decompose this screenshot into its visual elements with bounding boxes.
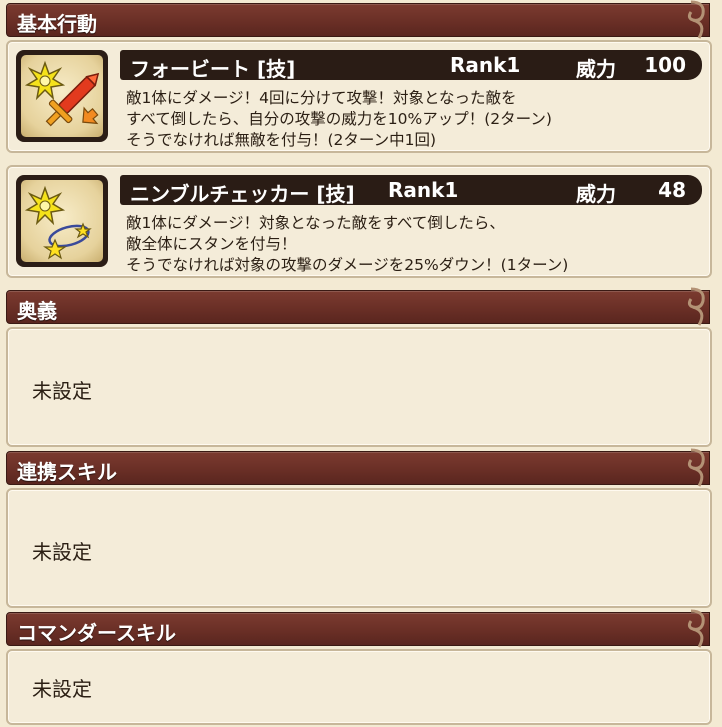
skill-icon-frame [16, 50, 108, 142]
section-title: 連携スキル [17, 460, 117, 484]
scroll-curl-icon [687, 0, 705, 39]
power-value: 100 [644, 53, 686, 77]
skill-icon-frame [16, 175, 108, 267]
skill-name: ニンブルチェッカー [技] [130, 182, 355, 206]
skill-title-bar: フォービート [技] Rank1 威力 100 [120, 50, 702, 81]
skill-card[interactable]: ニンブルチェッカー [技] Rank1 威力 48 敵1体にダメージ！対象となっ… [6, 165, 712, 278]
ougi-panel[interactable]: 未設定 [6, 327, 712, 447]
sword-burst-icon [21, 55, 103, 137]
skill-title-bar: ニンブルチェッカー [技] Rank1 威力 48 [120, 175, 702, 206]
skill-description-line: そうでなければ無敵を付与！(2ターン中1回) [126, 131, 437, 149]
section-title: 基本行動 [17, 12, 97, 36]
skill-rank: Rank1 [388, 178, 459, 202]
section-header-commander-skill: コマンダースキル [6, 609, 710, 648]
unset-label: 未設定 [32, 379, 92, 403]
skill-description-line: 敵全体にスタンを付与！ [126, 235, 297, 253]
stun-stars-icon [21, 180, 103, 262]
scroll-curl-icon [687, 287, 705, 326]
section-title: コマンダースキル [17, 621, 176, 645]
skill-card[interactable]: フォービート [技] Rank1 威力 100 敵1体にダメージ！4回に分けて攻… [6, 40, 712, 153]
power-value: 48 [658, 178, 686, 202]
skill-description-line: 敵1体にダメージ！対象となった敵をすべて倒したら、 [126, 214, 505, 232]
link-skill-panel[interactable]: 未設定 [6, 488, 712, 608]
unset-label: 未設定 [32, 540, 92, 564]
power-label: 威力 [576, 57, 616, 81]
skill-rank: Rank1 [450, 53, 521, 77]
scroll-curl-icon [687, 609, 705, 648]
skill-description-line: そうでなければ対象の攻撃のダメージを25%ダウン！(1ターン) [126, 256, 569, 274]
section-title: 奥義 [17, 299, 57, 323]
skill-description-line: 敵1体にダメージ！4回に分けて攻撃！対象となった敵を [126, 89, 517, 107]
commander-skill-panel[interactable]: 未設定 [6, 649, 712, 725]
unset-label: 未設定 [32, 677, 92, 701]
skill-name: フォービート [技] [130, 57, 296, 81]
section-header-ougi: 奥義 [6, 287, 710, 326]
scroll-curl-icon [687, 448, 705, 487]
skill-description-line: すべて倒したら、自分の攻撃の威力を10%アップ！(2ターン) [126, 110, 552, 128]
section-header-link-skill: 連携スキル [6, 448, 710, 487]
section-header-basic-actions: 基本行動 [6, 0, 710, 39]
power-label: 威力 [576, 182, 616, 206]
